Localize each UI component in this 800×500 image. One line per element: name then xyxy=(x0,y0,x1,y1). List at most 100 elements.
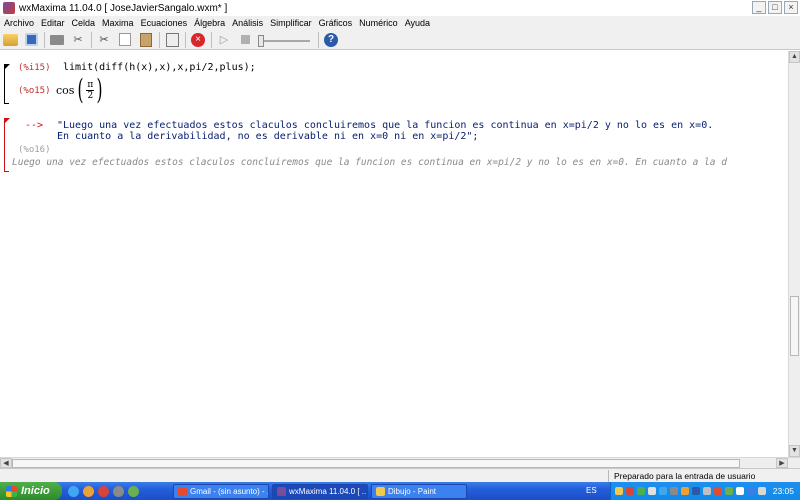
menu-algebra[interactable]: Álgebra xyxy=(194,18,225,28)
horizontal-scrollbar[interactable]: ◀ ▶ xyxy=(0,457,800,468)
stop-button[interactable] xyxy=(237,32,253,48)
menu-ecuaciones[interactable]: Ecuaciones xyxy=(141,18,188,28)
cut-icon: ✂ xyxy=(99,34,109,46)
paste-button[interactable] xyxy=(138,32,154,48)
print-button[interactable] xyxy=(49,32,65,48)
stop-icon xyxy=(240,35,250,44)
cell-bracket-active[interactable] xyxy=(4,118,9,172)
status-text: Preparado para la entrada de usuario xyxy=(614,471,756,481)
minimize-button[interactable]: _ xyxy=(752,1,766,14)
task-paint[interactable]: Dibujo - Paint xyxy=(371,483,467,499)
help-icon: ? xyxy=(324,32,338,47)
firefox-icon[interactable] xyxy=(83,485,94,497)
task-label: Dibujo - Paint xyxy=(388,486,437,496)
menu-ayuda[interactable]: Ayuda xyxy=(405,18,430,28)
vertical-scrollbar[interactable]: ▲ ▼ xyxy=(788,51,800,457)
scroll-up-button[interactable]: ▲ xyxy=(789,51,800,63)
toolbar-separator xyxy=(44,31,45,48)
window-title: wxMaxima 11.04.0 [ JoseJavierSangalo.wxm… xyxy=(19,2,228,14)
copy-icon xyxy=(119,33,131,46)
paste-icon xyxy=(140,32,152,47)
tray-icon[interactable] xyxy=(648,487,656,495)
title-bar: wxMaxima 11.04.0 [ JoseJavierSangalo.wxm… xyxy=(0,0,800,16)
copy-button[interactable] xyxy=(117,32,133,48)
config-button[interactable]: ✂ xyxy=(70,32,86,48)
volume-icon[interactable] xyxy=(747,487,755,495)
open-icon xyxy=(2,33,18,46)
tray-icon[interactable] xyxy=(714,487,722,495)
animation-slider[interactable] xyxy=(258,32,310,48)
fraction-numerator: π xyxy=(86,79,95,91)
task-label: Gmail - (sin asunto) - ... xyxy=(190,486,269,496)
play-icon: ▷ xyxy=(219,34,229,46)
maximize-button[interactable]: □ xyxy=(768,1,782,14)
input-code[interactable]: limit(diff(h(x),x),x,pi/2,plus); xyxy=(63,62,256,73)
toolbar-separator xyxy=(159,31,160,48)
menu-graficos[interactable]: Gráficos xyxy=(319,18,353,28)
worksheet[interactable]: (%i15) limit(diff(h(x),x),x,pi/2,plus); … xyxy=(0,51,788,457)
toolbar: ✂ ✂ × ▷ ? xyxy=(0,30,800,50)
window-controls: _ □ × xyxy=(752,1,798,14)
slider-thumb[interactable] xyxy=(258,34,264,47)
menu-analisis[interactable]: Análisis xyxy=(232,18,263,28)
tray-icon[interactable] xyxy=(736,487,744,495)
task-wxmaxima[interactable]: wxMaxima 11.04.0 [ ... xyxy=(272,483,368,499)
input-text-line-1[interactable]: "Luego una vez efectuados estos claculos… xyxy=(57,120,713,131)
paint-icon xyxy=(376,486,385,496)
menu-editar[interactable]: Editar xyxy=(41,18,65,28)
tray-icon[interactable] xyxy=(615,487,623,495)
output-text: Luego una vez efectuados estos claculos … xyxy=(12,157,727,168)
tray-icon[interactable] xyxy=(670,487,678,495)
help-button[interactable]: ? xyxy=(323,32,339,48)
fraction: π 2 xyxy=(86,79,95,101)
ie-icon[interactable] xyxy=(68,485,79,497)
tray-icon[interactable] xyxy=(659,487,667,495)
chrome-icon[interactable] xyxy=(98,485,109,497)
menu-bar: Archivo Editar Celda Maxima Ecuaciones Á… xyxy=(0,16,800,30)
open-button[interactable] xyxy=(2,32,18,48)
scroll-left-button[interactable]: ◀ xyxy=(0,458,12,468)
input-text-line-2[interactable]: En cuanto a la derivabilidad, no es deri… xyxy=(57,131,478,142)
interrupt-button[interactable]: × xyxy=(190,32,206,48)
menu-maxima[interactable]: Maxima xyxy=(102,18,134,28)
tray-icon[interactable] xyxy=(692,487,700,495)
close-button[interactable]: × xyxy=(784,1,798,14)
find-button[interactable] xyxy=(164,32,180,48)
cut-button[interactable]: ✂ xyxy=(96,32,112,48)
menu-numerico[interactable]: Numérico xyxy=(359,18,398,28)
find-icon xyxy=(165,32,179,47)
scroll-down-button[interactable]: ▼ xyxy=(789,445,800,457)
tray-icon[interactable] xyxy=(626,487,634,495)
menu-celda[interactable]: Celda xyxy=(72,18,96,28)
slider-track xyxy=(258,39,310,42)
language-indicator[interactable]: ES xyxy=(586,486,597,495)
horizontal-scroll-thumb[interactable] xyxy=(12,459,740,468)
system-tray: 23:05 xyxy=(610,482,800,500)
vertical-scroll-thumb[interactable] xyxy=(790,296,799,356)
play-button[interactable]: ▷ xyxy=(216,32,232,48)
tray-icon[interactable] xyxy=(681,487,689,495)
start-button[interactable]: Inicio xyxy=(0,482,62,500)
quick-launch xyxy=(68,485,139,497)
network-icon[interactable] xyxy=(758,487,766,495)
windows-logo-icon xyxy=(6,485,17,497)
cell-bracket[interactable] xyxy=(4,64,9,104)
right-paren: ) xyxy=(96,73,103,106)
menu-simplificar[interactable]: Simplificar xyxy=(270,18,312,28)
fraction-denominator: 2 xyxy=(87,90,94,101)
interrupt-icon: × xyxy=(191,32,205,47)
toolbar-separator xyxy=(91,31,92,48)
app-launch-icon[interactable] xyxy=(128,485,139,497)
status-bar: Preparado para la entrada de usuario xyxy=(0,468,800,482)
task-gmail[interactable]: Gmail - (sin asunto) - ... xyxy=(173,483,269,499)
save-button[interactable] xyxy=(23,32,39,48)
output-math: cos ( π 2 ) xyxy=(56,76,105,104)
clock[interactable]: 23:05 xyxy=(773,486,794,496)
scroll-right-button[interactable]: ▶ xyxy=(776,458,788,468)
tray-icon[interactable] xyxy=(637,487,645,495)
tray-icon[interactable] xyxy=(725,487,733,495)
show-desktop-icon[interactable] xyxy=(113,485,124,497)
tray-icon[interactable] xyxy=(703,487,711,495)
menu-archivo[interactable]: Archivo xyxy=(4,18,34,28)
output-label: (%o15) xyxy=(18,86,51,96)
